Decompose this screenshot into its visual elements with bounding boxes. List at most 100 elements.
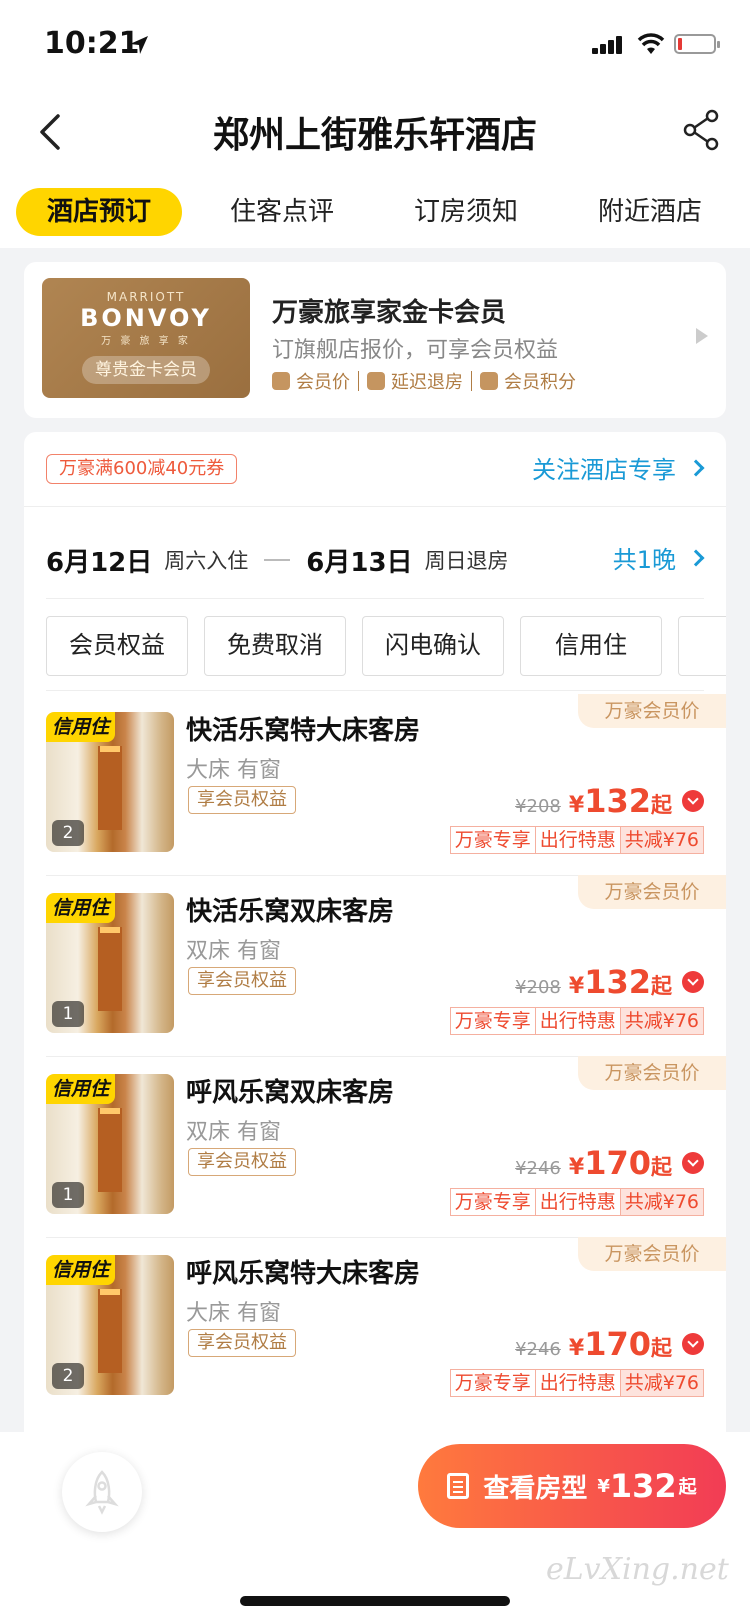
- current-price: 170: [584, 1325, 651, 1363]
- follow-hotel-link[interactable]: 关注酒店专享: [532, 450, 705, 485]
- checkin-label: 周六入住: [164, 549, 249, 573]
- room-item[interactable]: 信用住 1 呼风乐窝双床客房 双床 有窗 享会员权益 万豪会员价 ¥246 ¥ …: [46, 1056, 726, 1236]
- current-price: 170: [584, 1144, 651, 1182]
- battery-icon: [674, 34, 720, 54]
- member-price-tag: 万豪会员价: [578, 694, 726, 728]
- signal-icon: [592, 34, 624, 54]
- status-time: 10:21: [44, 26, 140, 61]
- tab-hotel-booking[interactable]: 酒店预订: [16, 188, 182, 236]
- room-item[interactable]: 信用住 1 快活乐窝双床客房 双床 有窗 享会员权益 万豪会员价 ¥208 ¥ …: [46, 875, 726, 1055]
- late-checkout-icon: [367, 372, 385, 390]
- booking-panel: 万豪满600减40元券 关注酒店专享 6月12日 周六入住 6月13日 周日退房…: [24, 432, 726, 1432]
- chevron-right-icon: [687, 549, 705, 566]
- photo-count: 2: [52, 1363, 84, 1389]
- points-icon: [480, 372, 498, 390]
- gold-member-badge: 尊贵金卡会员: [82, 356, 210, 384]
- document-icon: [447, 1473, 470, 1499]
- filter-member-benefits[interactable]: 会员权益: [46, 616, 188, 676]
- member-title: 万豪旅享家金卡会员: [272, 298, 507, 328]
- price: ¥208 ¥ 132 起: [515, 782, 704, 820]
- room-bed-info: 大床 有窗: [186, 1301, 281, 1326]
- filter-instant-confirm[interactable]: 闪电确认: [362, 616, 504, 676]
- member-price-tag: 万豪会员价: [578, 1056, 726, 1090]
- member-price-tag: 万豪会员价: [578, 875, 726, 909]
- room-photo[interactable]: 信用住 1: [46, 1074, 174, 1214]
- price: ¥246 ¥ 170 起: [515, 1325, 704, 1363]
- credit-stay-tag: 信用住: [46, 1255, 116, 1285]
- room-name: 呼风乐窝特大床客房: [186, 1259, 421, 1289]
- promo-tags: 万豪专享 出行特惠 共减¥76: [449, 826, 704, 854]
- original-price: ¥246: [515, 1158, 561, 1179]
- member-benefit-tag: 享会员权益: [188, 967, 296, 995]
- expand-chevron-icon[interactable]: [682, 971, 704, 993]
- watermark: eLvXing.net: [546, 1552, 729, 1587]
- price: ¥246 ¥ 170 起: [515, 1144, 704, 1182]
- nav-bar: 郑州上街雅乐轩酒店: [0, 90, 750, 180]
- nights-count[interactable]: 共1晚: [613, 540, 705, 575]
- promo-tags: 万豪专享 出行特惠 共减¥76: [449, 1188, 704, 1216]
- room-item[interactable]: 信用住 2 快活乐窝特大床客房 大床 有窗 享会员权益 万豪会员价 ¥208 ¥…: [46, 694, 726, 874]
- member-benefit-tag: 享会员权益: [188, 1329, 296, 1357]
- tab-bar: 酒店预订 住客点评 订房须知 附近酒店: [0, 180, 750, 248]
- home-indicator: [240, 1596, 510, 1606]
- member-benefit-tag: 享会员权益: [188, 1148, 296, 1176]
- location-arrow-icon: [130, 36, 148, 54]
- promo-tags: 万豪专享 出行特惠 共减¥76: [449, 1007, 704, 1035]
- room-bed-info: 双床 有窗: [186, 1120, 281, 1145]
- photo-count: 1: [52, 1182, 84, 1208]
- room-name: 呼风乐窝双床客房: [186, 1078, 395, 1108]
- member-benefit-tag: 享会员权益: [188, 786, 296, 814]
- room-photo[interactable]: 信用住 1: [46, 893, 174, 1033]
- price: ¥208 ¥ 132 起: [515, 963, 704, 1001]
- current-price: 132: [584, 963, 651, 1001]
- status-bar: 10:21: [0, 0, 750, 90]
- wifi-icon: [637, 33, 665, 54]
- credit-stay-tag: 信用住: [46, 712, 116, 742]
- bottom-bar: 查看房型 ¥ 132 起 eLvXing.net: [0, 1432, 750, 1624]
- credit-stay-tag: 信用住: [46, 1074, 116, 1104]
- page-title: 郑州上街雅乐轩酒店: [212, 115, 537, 156]
- bonvoy-logo: MARRIOTT BONVOY 万 豪 旅 享 家 尊贵金卡会员: [42, 278, 250, 398]
- expand-chevron-icon[interactable]: [682, 1152, 704, 1174]
- rocket-button[interactable]: [62, 1452, 142, 1532]
- checkin-date: 6月12日: [46, 547, 153, 578]
- room-bed-info: 大床 有窗: [186, 758, 281, 783]
- date-selector[interactable]: 6月12日 周六入住 6月13日 周日退房: [46, 540, 704, 580]
- original-price: ¥208: [515, 977, 561, 998]
- original-price: ¥246: [515, 1339, 561, 1360]
- tab-nearby-hotels[interactable]: 附近酒店: [580, 188, 720, 236]
- room-item[interactable]: 信用住 2 呼风乐窝特大床客房 大床 有窗 享会员权益 万豪会员价 ¥246 ¥…: [46, 1237, 726, 1417]
- share-icon[interactable]: [682, 108, 722, 152]
- filter-more[interactable]: 大: [678, 616, 726, 676]
- tab-guest-reviews[interactable]: 住客点评: [212, 188, 352, 236]
- member-price-tag: 万豪会员价: [578, 1237, 726, 1271]
- expand-chevron-icon[interactable]: [682, 790, 704, 812]
- filter-free-cancel[interactable]: 免费取消: [204, 616, 346, 676]
- rocket-icon: [85, 1470, 119, 1515]
- filter-chips: 会员权益 免费取消 闪电确认 信用住 大: [46, 616, 726, 678]
- member-subtitle: 订旗舰店报价，可享会员权益: [272, 338, 559, 363]
- chevron-right-icon: [687, 459, 705, 476]
- checkout-label: 周日退房: [424, 549, 509, 573]
- checkout-date: 6月13日: [306, 547, 413, 578]
- filter-credit-stay[interactable]: 信用住: [520, 616, 662, 676]
- coupon-tag[interactable]: 万豪满600减40元券: [46, 454, 238, 484]
- room-photo[interactable]: 信用住 2: [46, 712, 174, 852]
- member-card[interactable]: MARRIOTT BONVOY 万 豪 旅 享 家 尊贵金卡会员 万豪旅享家金卡…: [24, 262, 726, 418]
- current-price: 132: [584, 782, 651, 820]
- photo-count: 1: [52, 1001, 84, 1027]
- member-perks: 会员价 延迟退房 会员积分: [272, 368, 576, 394]
- photo-count: 2: [52, 820, 84, 846]
- room-name: 快活乐窝特大床客房: [186, 716, 421, 746]
- room-photo[interactable]: 信用住 2: [46, 1255, 174, 1395]
- credit-stay-tag: 信用住: [46, 893, 116, 923]
- room-name: 快活乐窝双床客房: [186, 897, 395, 927]
- tab-booking-notes[interactable]: 订房须知: [396, 188, 536, 236]
- promo-tags: 万豪专享 出行特惠 共减¥76: [449, 1369, 704, 1397]
- original-price: ¥208: [515, 796, 561, 817]
- expand-chevron-icon[interactable]: [682, 1333, 704, 1355]
- discount-icon: [272, 372, 290, 390]
- room-bed-info: 双床 有窗: [186, 939, 281, 964]
- view-room-types-button[interactable]: 查看房型 ¥ 132 起: [418, 1444, 726, 1528]
- play-arrow-icon: [696, 328, 708, 344]
